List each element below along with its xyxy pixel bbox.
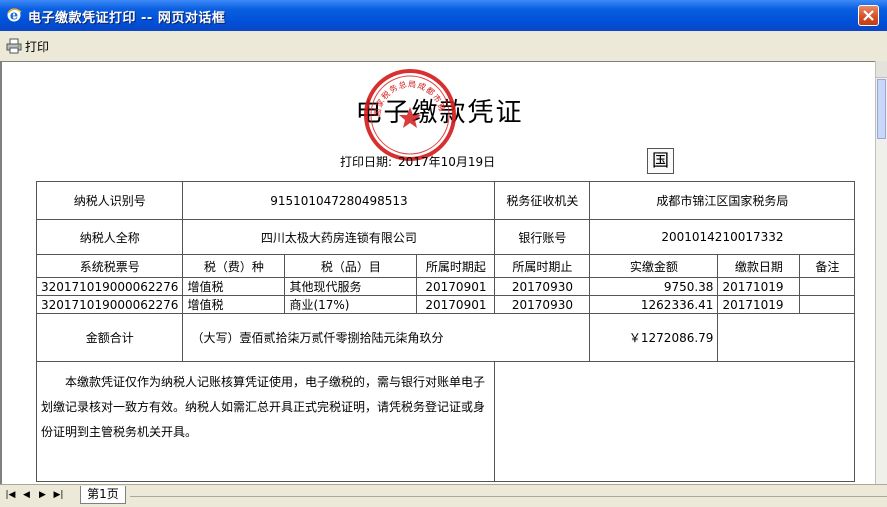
- ticket-number-cell: 320171019000062276: [35, 277, 184, 296]
- column-header: 所属时期止: [494, 254, 591, 278]
- bank-account-label: 银行账号: [494, 219, 591, 255]
- scroll-thumb[interactable]: [877, 79, 886, 139]
- first-page-icon[interactable]: |◀: [4, 489, 17, 502]
- print-button[interactable]: 打印: [6, 37, 49, 55]
- column-header: 实缴金额: [589, 254, 719, 278]
- print-date: 打印日期: 2017年10月19日: [340, 153, 501, 170]
- voucher-table: 纳税人识别号 915101047280498513 税务征收机关 成都市锦江区国…: [35, 181, 856, 482]
- document-viewport[interactable]: 电子缴款凭证 国家税务总局成都市锦江区税务局 国 打印日期:2017年10月19…: [0, 61, 875, 484]
- column-header: 所属时期起: [416, 254, 496, 278]
- column-header: 缴款日期: [717, 254, 801, 278]
- table-row: 320171019000062276 增值税 商业(17%) 20170901 …: [35, 295, 856, 314]
- printer-icon: [6, 38, 22, 54]
- page-tab[interactable]: 第1页: [80, 486, 126, 504]
- remark-cell: [799, 295, 856, 314]
- print-date-value: 2017年10月19日: [398, 155, 496, 169]
- prev-page-icon[interactable]: ◀: [20, 489, 33, 502]
- taxpayer-name-label: 纳税人全称: [35, 219, 184, 255]
- tax-office-label: 税务征收机关: [494, 181, 591, 220]
- note-blank-cell: [494, 361, 856, 482]
- tax-type-cell: 增值税: [182, 295, 286, 314]
- horizontal-scroll-track[interactable]: [130, 496, 887, 497]
- taxpayer-id-value: 915101047280498513: [182, 181, 496, 220]
- last-page-icon[interactable]: ▶|: [52, 489, 65, 502]
- official-seal-icon: 国家税务总局成都市锦江区税务局: [362, 67, 456, 161]
- tax-item-cell: 其他现代服务: [284, 277, 418, 296]
- taxpayer-id-label: 纳税人识别号: [35, 181, 184, 220]
- tax-item-cell: 商业(17%): [284, 295, 418, 314]
- page-navigation-bar: |◀ ◀ ▶ ▶| 第1页: [0, 484, 887, 507]
- column-header: 备注: [799, 254, 856, 278]
- column-header: 税（费）种: [182, 254, 286, 278]
- total-blank-cell: [717, 313, 856, 362]
- taxpayer-name-row: 纳税人全称 四川太极大药房连锁有限公司 银行账号 200101421001733…: [35, 219, 856, 255]
- total-amount-words: （大写）壹佰贰拾柒万贰仟零捌拾陆元柒角玖分: [182, 313, 591, 362]
- period-start-cell: 20170901: [416, 277, 496, 296]
- svg-text:国家税务总局成都市锦江区税务局: 国家税务总局成都市锦江区税务局: [362, 67, 448, 117]
- ticket-number-cell: 320171019000062276: [35, 295, 184, 314]
- total-label: 金额合计: [35, 313, 184, 362]
- print-button-label: 打印: [25, 39, 50, 54]
- close-icon: [863, 10, 874, 21]
- payment-date-cell: 20171019: [717, 295, 801, 314]
- note-text: 本缴款凭证仅作为纳税人记账核算凭证使用，电子缴税的，需与银行对账单电子划缴记录核…: [35, 361, 496, 482]
- column-header: 系统税票号: [35, 254, 184, 278]
- taxpayer-name-value: 四川太极大药房连锁有限公司: [182, 219, 496, 255]
- note-row: 本缴款凭证仅作为纳税人记账核算凭证使用，电子缴税的，需与银行对账单电子划缴记录核…: [35, 361, 856, 482]
- window-title: 电子缴款凭证打印 -- 网页对话框: [28, 11, 226, 26]
- remark-cell: [799, 277, 856, 296]
- amount-cell: 9750.38: [589, 277, 719, 296]
- table-row: 320171019000062276 增值税 其他现代服务 20170901 2…: [35, 277, 856, 296]
- total-amount: ￥1272086.79: [589, 313, 719, 362]
- ie-icon: e: [7, 8, 22, 23]
- period-end-cell: 20170930: [494, 295, 591, 314]
- amount-cell: 1262336.41: [589, 295, 719, 314]
- national-tax-mark: 国: [647, 148, 674, 174]
- bank-account-value: 2001014210017332: [589, 219, 856, 255]
- print-date-label: 打印日期:: [340, 155, 393, 169]
- total-row: 金额合计 （大写）壹佰贰拾柒万贰仟零捌拾陆元柒角玖分 ￥1272086.79: [35, 313, 856, 362]
- payment-date-cell: 20171019: [717, 277, 801, 296]
- tax-type-cell: 增值税: [182, 277, 286, 296]
- period-start-cell: 20170901: [416, 295, 496, 314]
- toolbar: 打印: [0, 31, 887, 62]
- vertical-scrollbar[interactable]: [875, 61, 887, 484]
- seal-text: 国家税务总局成都市锦江区税务局: [362, 67, 447, 117]
- taxpayer-id-row: 纳税人识别号 915101047280498513 税务征收机关 成都市锦江区国…: [35, 181, 856, 220]
- tax-office-value: 成都市锦江区国家税务局: [589, 181, 856, 220]
- close-button[interactable]: [858, 5, 879, 26]
- period-end-cell: 20170930: [494, 277, 591, 296]
- scroll-up-button[interactable]: [876, 61, 887, 78]
- window-titlebar[interactable]: e 电子缴款凭证打印 -- 网页对话框: [0, 0, 887, 31]
- column-header: 税（品）目: [284, 254, 418, 278]
- next-page-icon[interactable]: ▶: [36, 489, 49, 502]
- column-header-row: 系统税票号 税（费）种 税（品）目 所属时期起 所属时期止 实缴金额 缴款日期 …: [35, 254, 856, 278]
